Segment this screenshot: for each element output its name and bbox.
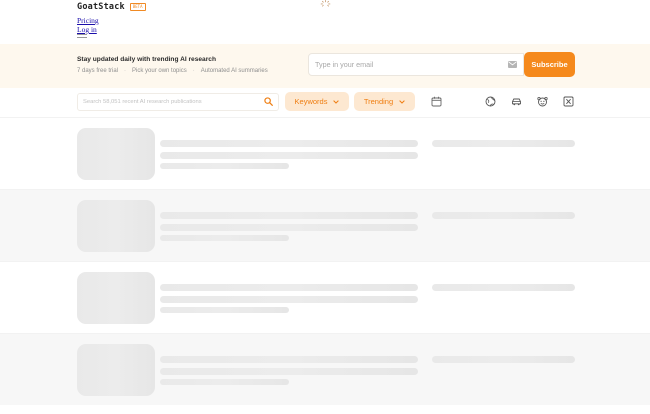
sort-dropdown[interactable]: Trending — [354, 92, 415, 111]
beta-badge: BETA — [129, 3, 146, 11]
calendar-icon[interactable] — [431, 96, 442, 107]
keywords-label: Keywords — [294, 97, 328, 106]
chevron-down-icon — [333, 99, 340, 104]
car-icon[interactable] — [511, 96, 522, 107]
nav-login-link[interactable]: Log in — [77, 25, 277, 34]
text-placeholder — [160, 379, 289, 385]
title-placeholder — [160, 140, 418, 147]
list-item-skeleton — [0, 117, 650, 189]
feature-summaries: Automated AI summaries — [200, 68, 268, 74]
nav-pricing-link[interactable]: Pricing — [77, 16, 277, 25]
site-header: GoatStack BETA Pricing Log in — [77, 2, 277, 34]
hamburger-icon[interactable] — [77, 34, 87, 40]
text-placeholder — [160, 235, 289, 241]
search-box — [77, 93, 279, 111]
title-placeholder — [160, 284, 418, 291]
sort-label: Trending — [363, 97, 394, 106]
email-field-wrapper — [308, 53, 524, 76]
banner-features: 7 days free trial · Pick your own topics · A… — [77, 68, 268, 74]
search-icon[interactable] — [264, 97, 273, 106]
brand[interactable]: GoatStack BETA — [77, 2, 277, 12]
text-placeholder — [160, 152, 418, 159]
brand-name[interactable]: GoatStack — [77, 2, 125, 12]
globe-icon[interactable] — [485, 96, 496, 107]
text-placeholder — [160, 224, 418, 231]
text-placeholder — [160, 307, 289, 313]
search-input[interactable] — [83, 94, 258, 110]
feature-topics: Pick your own topics — [132, 68, 187, 74]
feature-free-trial: 7 days free trial — [77, 68, 119, 74]
meta-placeholder — [432, 356, 575, 363]
chevron-down-icon — [399, 99, 405, 104]
list-item-skeleton — [0, 333, 650, 405]
banner-title: Stay updated daily with trending AI rese… — [77, 56, 216, 63]
list-item-skeleton — [0, 189, 650, 261]
spinner-icon — [320, 0, 331, 7]
thumbnail-placeholder — [77, 200, 155, 252]
title-placeholder — [160, 212, 418, 219]
emoji-icon[interactable] — [537, 96, 548, 107]
title-placeholder — [160, 356, 418, 363]
thumbnail-placeholder — [77, 272, 155, 324]
subscribe-button[interactable]: Subscribe — [524, 52, 575, 77]
list-item-skeleton — [0, 261, 650, 333]
publication-feed — [0, 117, 650, 405]
text-placeholder — [160, 368, 418, 375]
meta-placeholder — [432, 284, 575, 291]
email-field[interactable] — [315, 54, 505, 75]
meta-placeholder — [432, 212, 575, 219]
mail-icon — [508, 61, 517, 68]
subscribe-banner: Stay updated daily with trending AI rese… — [0, 44, 650, 88]
keywords-dropdown[interactable]: Keywords — [285, 92, 349, 111]
text-placeholder — [160, 163, 289, 169]
thumbnail-placeholder — [77, 128, 155, 180]
thumbnail-placeholder — [77, 344, 155, 396]
text-placeholder — [160, 296, 418, 303]
meta-placeholder — [432, 140, 575, 147]
x-icon[interactable] — [563, 96, 574, 107]
